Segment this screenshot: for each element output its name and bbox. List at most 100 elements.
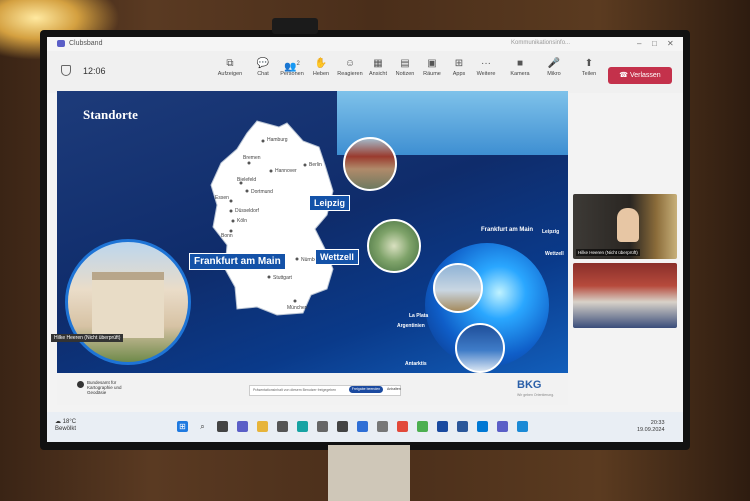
teams-window: Clubsband Kommunikationsinfo... – □ ✕ 12… (47, 37, 683, 442)
shared-slide: Standorte Hamburg Bremen Berlin Hannover… (57, 91, 568, 405)
more-button[interactable]: ··· Weitere (471, 57, 501, 77)
wettzell-photo (367, 219, 421, 273)
system-clock[interactable]: 20:33 19.09.2024 (637, 420, 665, 434)
bkg-slogan: Wir geben Orientierung. (517, 393, 555, 397)
rooms-icon: ▣ (427, 58, 437, 69)
stop-sharing-button[interactable]: Freigabe beenden (349, 386, 383, 393)
raise-hand-button[interactable]: ✋ Heben (306, 57, 336, 77)
teams-taskbar-icon[interactable] (237, 421, 248, 432)
globe-label-frankfurt: Frankfurt am Main (481, 227, 534, 233)
leipzig-photo (343, 137, 397, 191)
taskview-icon[interactable] (217, 421, 228, 432)
app-title: Clubsband (69, 40, 103, 47)
windows-taskbar: ☁ 18°C Bewölkt ⊞ ⌕ 20:33 19.09.2024 (47, 412, 683, 442)
raise-icon: ⧉ (226, 58, 234, 69)
app3-icon[interactable] (357, 421, 368, 432)
label-leipzig: Leipzig (309, 195, 350, 211)
meeting-toolbar: 12:06 ⧉ Aufzeigen 💬 Chat 👥2 Personen ✋ Heben… (47, 51, 683, 93)
slide-title: Standorte (83, 107, 138, 122)
institute-name: Bundesamt für Kartographie und Geodäsie (87, 380, 122, 395)
germany-map: Hamburg Bremen Berlin Hannover Bielefeld… (210, 120, 348, 316)
maximize-icon[interactable]: □ (652, 39, 657, 48)
app5-icon[interactable] (397, 421, 408, 432)
explorer-icon[interactable] (257, 421, 268, 432)
people-button[interactable]: 👥2 Personen (277, 57, 307, 77)
search-icon[interactable]: ⌕ (197, 421, 208, 432)
slide-footer: Bundesamt für Kartographie und Geodäsie … (57, 373, 568, 405)
chrome-icon[interactable] (417, 421, 428, 432)
rooms-button[interactable]: ▣ Räume (417, 57, 447, 77)
city-koeln: Köln (237, 218, 247, 224)
phone-icon: ☎ (619, 72, 630, 79)
view-icon: ▦ (373, 58, 383, 69)
participant-name: Hilke Heeren (Nicht überprüft) (576, 249, 640, 256)
meeting-timer: 12:06 (83, 66, 106, 76)
city-bonn: Bonn (221, 233, 233, 239)
app4-icon[interactable] (377, 421, 388, 432)
app2-icon[interactable] (337, 421, 348, 432)
city-berlin: Berlin (309, 162, 322, 168)
title-info: Kommunikationsinfo... (511, 40, 571, 46)
city-duesseldorf: Düsseldorf (235, 208, 260, 214)
city-hamburg: Hamburg (267, 137, 288, 143)
pause-button[interactable]: Anhalten (387, 387, 401, 391)
view-button[interactable]: ▦ Ansicht (363, 57, 393, 77)
react-button[interactable]: ☺ Reagieren (335, 57, 365, 77)
participant-tile[interactable]: Hilke Heeren (Nicht überprüft) (573, 194, 677, 259)
mic-button[interactable]: 🎤 Mikro (539, 57, 569, 77)
people-icon: 👥2 (284, 61, 300, 73)
label-wettzell: Wettzell (315, 249, 359, 265)
globe-label-wettzell: Wettzell (545, 251, 564, 257)
presenter-name: Hilke Heeren (Nicht überprüft) (51, 334, 124, 342)
city-stuttgart: Stuttgart (273, 275, 293, 281)
aufzeigen-button[interactable]: ⧉ Aufzeigen (215, 57, 245, 77)
antarctica-antenna-photo (455, 323, 505, 373)
city-essen: Essen (215, 195, 229, 201)
tv-stand (328, 445, 410, 501)
antenna-photo (433, 263, 483, 313)
mic-icon: 🎤 (547, 58, 561, 69)
edge-icon[interactable] (297, 421, 308, 432)
more-icon: ··· (481, 58, 491, 69)
app7-icon[interactable] (517, 421, 528, 432)
notes-icon: ▤ (400, 58, 410, 69)
frankfurt-building-photo (65, 239, 191, 365)
weather-widget[interactable]: ☁ 18°C Bewölkt (55, 419, 76, 433)
leave-button[interactable]: ☎ Verlassen (608, 67, 672, 84)
outlook-icon[interactable] (477, 421, 488, 432)
globe-label-leipzig: Leipzig (542, 229, 560, 235)
close-icon[interactable]: ✕ (667, 39, 674, 48)
camera-button[interactable]: ■ Kamera (505, 57, 535, 77)
notes-button[interactable]: ▤ Notizen (390, 57, 420, 77)
globe-label-argentinien: Argentinien (397, 323, 425, 329)
webcam (272, 18, 318, 34)
teams2-icon[interactable] (497, 421, 508, 432)
app6-icon[interactable] (437, 421, 448, 432)
share-icon: ⬆ (584, 58, 594, 69)
title-bar: Clubsband Kommunikationsinfo... – □ ✕ (47, 37, 683, 51)
word-icon[interactable] (457, 421, 468, 432)
globe-label-laplata: La Plata (409, 313, 429, 319)
room-video-tile[interactable] (573, 263, 677, 328)
react-icon: ☺ (344, 58, 356, 69)
chat-button[interactable]: 💬 Chat (248, 57, 278, 77)
apps-icon: ⊞ (454, 58, 464, 69)
app-icon[interactable] (277, 421, 288, 432)
label-frankfurt: Frankfurt am Main (189, 253, 286, 270)
city-bremen: Bremen (243, 155, 261, 161)
teams-icon (57, 40, 65, 47)
city-muenchen: München (287, 305, 308, 311)
building-shape (92, 272, 164, 338)
cloud-icon: ☁ (55, 419, 63, 425)
participant-avatar (617, 208, 639, 242)
store-icon[interactable] (317, 421, 328, 432)
apps-button[interactable]: ⊞ Apps (444, 57, 474, 77)
city-dortmund: Dortmund (251, 189, 273, 195)
share-button[interactable]: ⬆ Teilen (574, 57, 604, 77)
start-icon[interactable]: ⊞ (177, 421, 188, 432)
city-bielefeld: Bielefeld (237, 177, 256, 183)
minimize-icon[interactable]: – (637, 39, 641, 48)
camera-icon: ■ (516, 58, 524, 69)
eagle-logo (77, 381, 84, 388)
hand-icon: ✋ (314, 58, 328, 69)
